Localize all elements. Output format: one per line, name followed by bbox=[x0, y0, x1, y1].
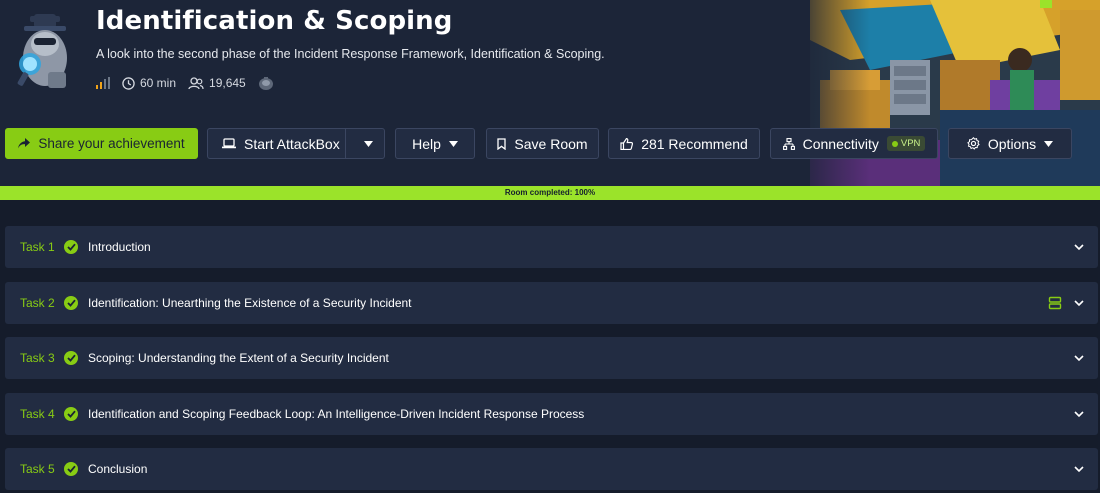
signal-bars-icon bbox=[96, 77, 110, 89]
connectivity-button[interactable]: Connectivity VPN bbox=[770, 128, 938, 159]
check-circle-icon bbox=[64, 407, 78, 421]
room-meta: 60 min 19,645 bbox=[96, 74, 280, 92]
task-number: Task 5 bbox=[20, 462, 55, 476]
share-achievement-button[interactable]: Share your achievement bbox=[5, 128, 198, 159]
check-circle-icon bbox=[64, 351, 78, 365]
chevron-down-icon[interactable] bbox=[1072, 296, 1086, 310]
room-subtitle: A look into the second phase of the Inci… bbox=[96, 47, 605, 61]
task-title: Identification: Unearthing the Existence… bbox=[88, 296, 412, 310]
task-title: Introduction bbox=[88, 240, 151, 254]
options-button[interactable]: Options bbox=[948, 128, 1072, 159]
check-circle-icon bbox=[64, 296, 78, 310]
save-room-label: Save Room bbox=[514, 135, 588, 152]
chevron-down-icon[interactable] bbox=[1072, 351, 1086, 365]
chevron-down-icon[interactable] bbox=[1072, 407, 1086, 421]
start-attackbox-label: Start AttackBox bbox=[244, 135, 340, 152]
connectivity-label: Connectivity bbox=[802, 135, 879, 152]
options-label: Options bbox=[987, 135, 1037, 152]
vpn-status-dot bbox=[891, 140, 898, 147]
users-icon bbox=[188, 76, 204, 89]
caret-down-icon bbox=[448, 140, 458, 147]
check-circle-icon bbox=[64, 462, 78, 476]
room-duration: 60 min bbox=[140, 76, 177, 90]
caret-down-icon bbox=[364, 140, 374, 147]
start-attackbox-main[interactable]: Start AttackBox bbox=[208, 129, 346, 158]
help-button[interactable]: Help bbox=[395, 128, 475, 159]
task-title: Scoping: Understanding the Extent of a S… bbox=[88, 351, 389, 365]
task-row[interactable]: Task 4 Identification and Scoping Feedba… bbox=[5, 393, 1098, 435]
laptop-icon bbox=[222, 138, 236, 149]
caret-down-icon bbox=[1044, 140, 1054, 147]
chevron-down-icon[interactable] bbox=[1072, 240, 1086, 254]
share-achievement-label: Share your achievement bbox=[38, 136, 185, 151]
recommend-label: 281 Recommend bbox=[641, 135, 748, 152]
share-icon bbox=[18, 138, 31, 149]
room-avatar-icon bbox=[17, 14, 67, 88]
task-number: Task 3 bbox=[20, 351, 55, 365]
room-type-icon bbox=[258, 76, 273, 90]
task-number: Task 1 bbox=[20, 240, 55, 254]
network-icon bbox=[782, 137, 795, 150]
task-title: Identification and Scoping Feedback Loop… bbox=[88, 407, 585, 421]
room-progress-bar: Room completed: 100% bbox=[0, 186, 1100, 200]
recommend-button[interactable]: 281 Recommend bbox=[608, 128, 760, 159]
task-title: Conclusion bbox=[88, 462, 148, 476]
bookmark-icon bbox=[497, 137, 507, 150]
task-row[interactable]: Task 3 Scoping: Understanding the Extent… bbox=[5, 337, 1098, 379]
chevron-down-icon[interactable] bbox=[1072, 462, 1086, 476]
vpn-label: VPN bbox=[900, 138, 921, 149]
check-circle-icon bbox=[64, 240, 78, 254]
progress-label: Room completed: 100% bbox=[504, 188, 596, 197]
help-label: Help bbox=[412, 135, 441, 152]
vpn-status-badge: VPN bbox=[886, 136, 926, 151]
clock-icon bbox=[122, 76, 135, 90]
start-attackbox-button[interactable]: Start AttackBox bbox=[207, 128, 385, 159]
task-row[interactable]: Task 1 Introduction bbox=[5, 226, 1098, 268]
task-number: Task 2 bbox=[20, 296, 55, 310]
save-room-button[interactable]: Save Room bbox=[486, 128, 599, 159]
task-row[interactable]: Task 2 Identification: Unearthing the Ex… bbox=[5, 282, 1098, 324]
task-row[interactable]: Task 5 Conclusion bbox=[5, 448, 1098, 490]
room-user-count: 19,645 bbox=[209, 76, 246, 90]
thumbs-up-icon bbox=[620, 137, 634, 150]
attackbox-dropdown-toggle[interactable] bbox=[354, 129, 384, 158]
machine-icon bbox=[1048, 296, 1062, 310]
room-title: Identification & Scoping bbox=[96, 6, 453, 36]
gear-icon bbox=[967, 137, 980, 150]
task-number: Task 4 bbox=[20, 407, 55, 421]
